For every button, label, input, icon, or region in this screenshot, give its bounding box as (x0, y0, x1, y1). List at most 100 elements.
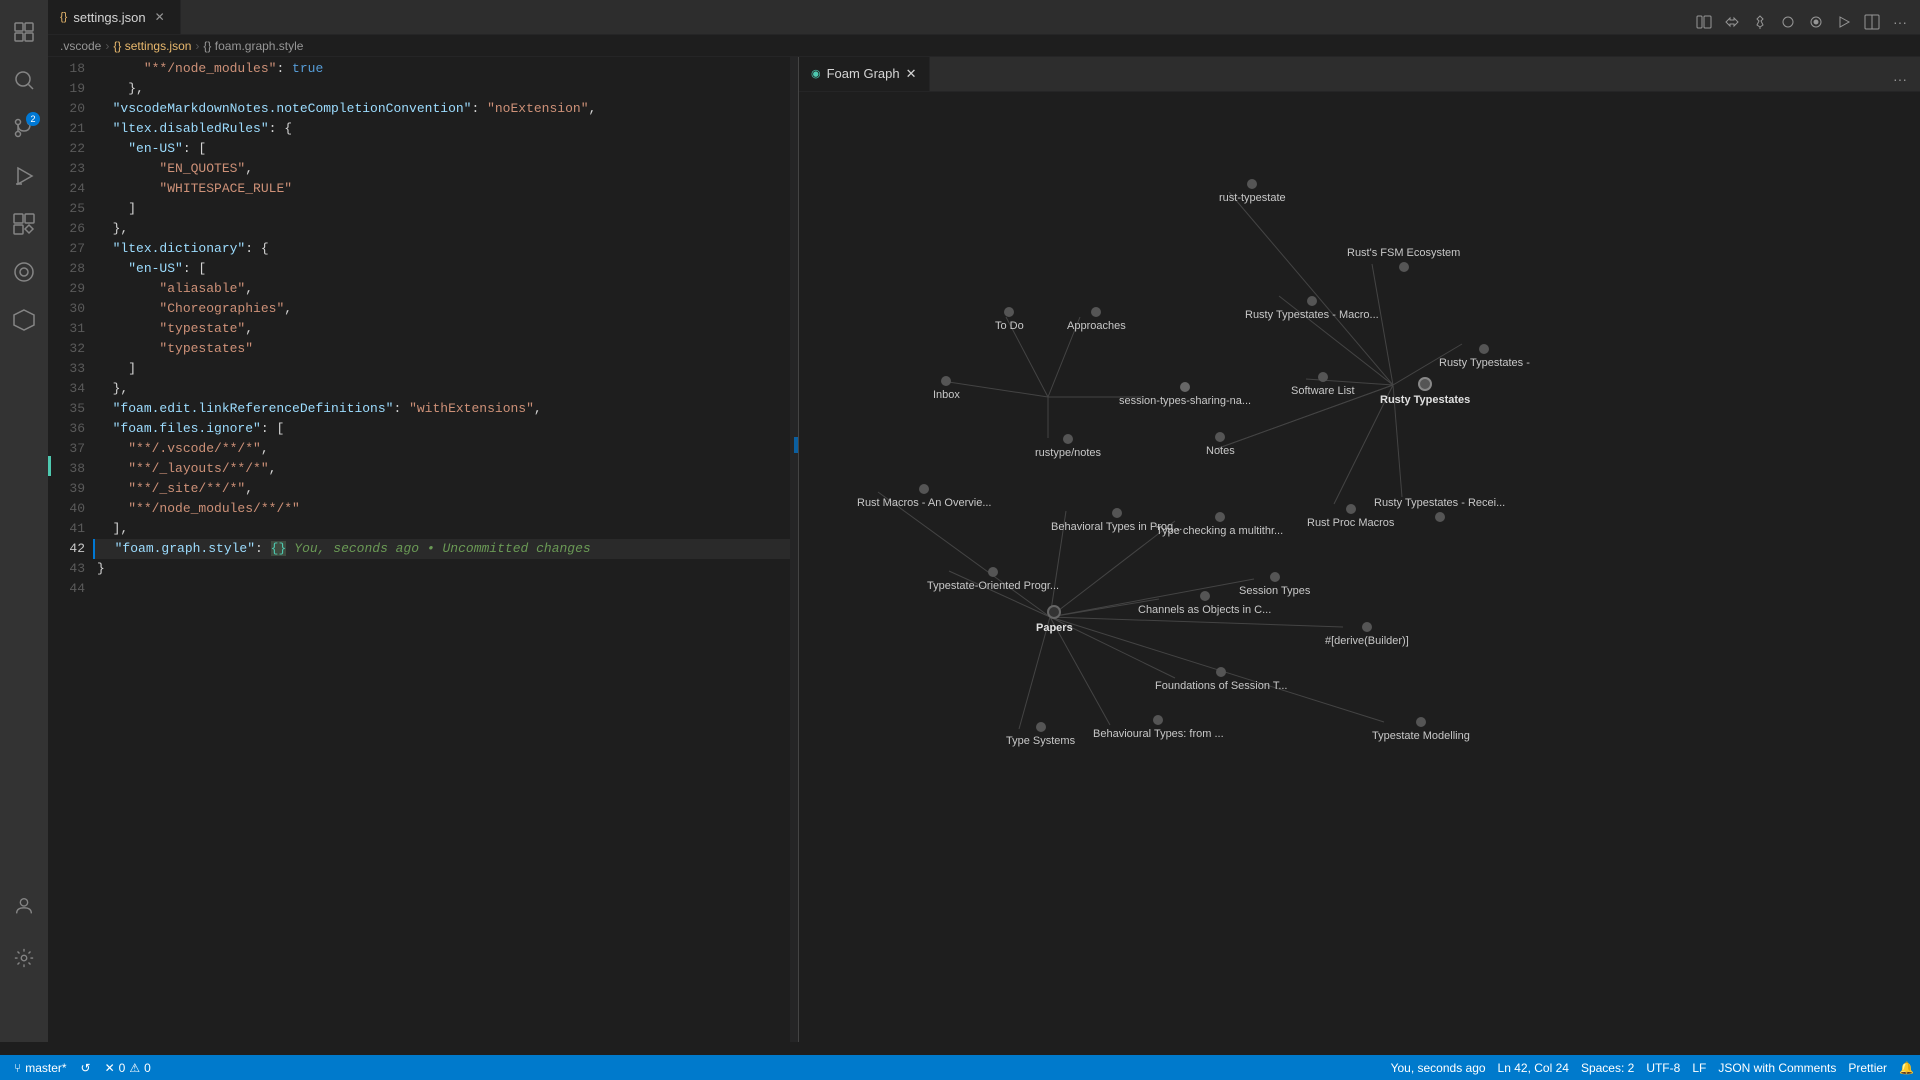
warnings-count: 0 (144, 1061, 151, 1075)
account-icon[interactable] (0, 882, 48, 930)
git-branch-item[interactable]: ⑂ master* (8, 1055, 73, 1080)
graph-panel-header: ◉ Foam Graph ✕ ··· (799, 57, 1920, 92)
code-line: }, (93, 79, 798, 99)
more-actions-button[interactable]: ··· (1888, 10, 1912, 34)
node-typestate-oriented-prog[interactable]: Typestate-Oriented Progr... (927, 567, 1059, 592)
node-rust-proc-macros[interactable]: Rust Proc Macros (1307, 504, 1394, 529)
formatter-item[interactable]: Prettier (1842, 1055, 1893, 1080)
position-item[interactable]: Ln 42, Col 24 (1492, 1055, 1575, 1080)
node-channels-as-objects[interactable]: Channels as Objects in C... (1138, 591, 1271, 616)
circle2-button[interactable] (1804, 10, 1828, 34)
node-rust-typestate[interactable]: rust-typestate (1219, 179, 1286, 204)
json-file-icon: {} (60, 11, 67, 23)
breadcrumb-sep2: › (195, 39, 199, 53)
tab-close-button[interactable]: ✕ (152, 9, 168, 25)
spaces-label: Spaces: 2 (1581, 1061, 1634, 1075)
main-container: {} settings.json ✕ (48, 0, 1920, 1042)
pin-button[interactable] (1748, 10, 1772, 34)
node-derive-builder[interactable]: #[derive(Builder)] (1325, 622, 1409, 647)
source-control-icon[interactable]: 2 (0, 104, 48, 152)
node-approaches[interactable]: Approaches (1067, 307, 1126, 332)
notification-icon-item[interactable]: 🔔 (1893, 1055, 1920, 1080)
node-type-checking[interactable]: Type checking a multithr... (1156, 512, 1283, 537)
connections-icon[interactable] (0, 296, 48, 344)
code-editor: 1819202122 2324252627 2829303132 3334353… (48, 57, 798, 1042)
git-branch-icon: ⑂ (14, 1061, 21, 1075)
activity-bar: 2 (0, 0, 48, 1042)
code-line: "en-US": [ (93, 259, 798, 279)
node-rusty-typestates-macro[interactable]: Rusty Typestates - Macro... (1245, 296, 1379, 321)
errors-count: 0 (119, 1061, 126, 1075)
node-typestate-modelling[interactable]: Typestate Modelling (1372, 717, 1470, 742)
breadcrumb-section[interactable]: {} foam.graph.style (203, 39, 303, 53)
split-editor-button[interactable] (1692, 10, 1716, 34)
open-changes-button[interactable] (1720, 10, 1744, 34)
node-rusts-fsm[interactable]: Rust's FSM Ecosystem (1347, 247, 1460, 272)
node-inbox[interactable]: Inbox (933, 376, 960, 401)
graph-more-button[interactable]: ··· (1888, 67, 1912, 91)
graph-canvas[interactable]: rust-typestate Rust's FSM Ecosystem Rust… (799, 92, 1920, 1042)
foam-graph-close-button[interactable]: ✕ (906, 66, 917, 82)
node-notes[interactable]: Notes (1206, 432, 1235, 457)
tab-filename: settings.json (73, 10, 145, 25)
node-session-types-sharing[interactable]: session-types-sharing-na... (1119, 382, 1251, 407)
error-icon: ✕ (105, 1061, 115, 1075)
sync-item[interactable]: ↺ (75, 1055, 97, 1080)
foam-notes-icon[interactable] (0, 248, 48, 296)
code-line: "aliasable", (93, 279, 798, 299)
code-line: "ltex.dictionary": { (93, 239, 798, 259)
status-right: You, seconds ago Ln 42, Col 24 Spaces: 2… (1385, 1055, 1920, 1080)
warning-icon: ⚠ (129, 1061, 140, 1075)
code-content: 1819202122 2324252627 2829303132 3334353… (48, 57, 798, 1042)
node-rust-macros[interactable]: Rust Macros - An Overvie... (857, 484, 991, 509)
search-icon[interactable] (0, 56, 48, 104)
code-line: "foam.edit.linkReferenceDefinitions": "w… (93, 399, 798, 419)
node-rusty-typestates-2[interactable]: Rusty Typestates - (1439, 344, 1530, 369)
formatter-label: Prettier (1848, 1061, 1887, 1075)
code-line: ], (93, 519, 798, 539)
language-item[interactable]: JSON with Comments (1712, 1055, 1842, 1080)
node-foundations-session[interactable]: Foundations of Session T... (1155, 667, 1288, 692)
active-code-line[interactable]: "foam.graph.style": {}You, seconds ago •… (93, 539, 798, 559)
foam-graph-icon: ◉ (811, 67, 821, 80)
code-line: "**/_layouts/**/*", (93, 459, 798, 479)
status-left: ⑂ master* ↺ ✕ 0 ⚠ 0 (0, 1055, 165, 1080)
git-annotation: You, seconds ago • Uncommitted changes (294, 541, 590, 556)
node-software-list[interactable]: Software List (1291, 372, 1355, 397)
node-behavioural-types-from[interactable]: Behavioural Types: from ... (1093, 715, 1224, 740)
errors-item[interactable]: ✕ 0 ⚠ 0 (99, 1055, 157, 1080)
circle1-button[interactable] (1776, 10, 1800, 34)
git-person-annotation: You, seconds ago (1391, 1061, 1486, 1075)
extensions-icon[interactable] (0, 200, 48, 248)
foam-graph-tab[interactable]: ◉ Foam Graph ✕ (799, 57, 930, 91)
settings-json-tab[interactable]: {} settings.json ✕ (48, 0, 181, 34)
node-papers[interactable]: Papers (1036, 605, 1073, 634)
code-line: "**/node_modules": true (93, 59, 798, 79)
code-line: ] (93, 199, 798, 219)
explorer-icon[interactable] (0, 8, 48, 56)
run-icon[interactable] (0, 152, 48, 200)
tab-actions: ··· (1684, 10, 1920, 34)
line-numbers: 1819202122 2324252627 2829303132 3334353… (48, 57, 93, 1042)
code-line: "ltex.disabledRules": { (93, 119, 798, 139)
line-ending-item[interactable]: LF (1686, 1055, 1712, 1080)
breadcrumb-file[interactable]: {} settings.json (113, 39, 191, 53)
node-rustype-notes[interactable]: rustype/notes (1035, 434, 1101, 459)
node-rusty-typestates[interactable]: Rusty Typestates (1380, 377, 1470, 406)
spaces-item[interactable]: Spaces: 2 (1575, 1055, 1640, 1080)
encoding-item[interactable]: UTF-8 (1640, 1055, 1686, 1080)
breadcrumb-vscode[interactable]: .vscode (60, 39, 101, 53)
node-to-do[interactable]: To Do (995, 307, 1024, 332)
cursor-position: Ln 42, Col 24 (1498, 1061, 1569, 1075)
sync-icon: ↺ (81, 1061, 91, 1075)
settings-gear-icon[interactable] (0, 934, 48, 982)
line-ending-label: LF (1692, 1061, 1706, 1075)
code-line: "**/.vscode/**/*", (93, 439, 798, 459)
run-interactive-button[interactable] (1832, 10, 1856, 34)
language-label: JSON with Comments (1718, 1061, 1836, 1075)
node-type-systems[interactable]: Type Systems (1006, 722, 1075, 747)
code-line: "EN_QUOTES", (93, 159, 798, 179)
split-view-button[interactable] (1860, 10, 1884, 34)
code-line (93, 579, 798, 599)
source-control-badge: 2 (26, 112, 40, 126)
